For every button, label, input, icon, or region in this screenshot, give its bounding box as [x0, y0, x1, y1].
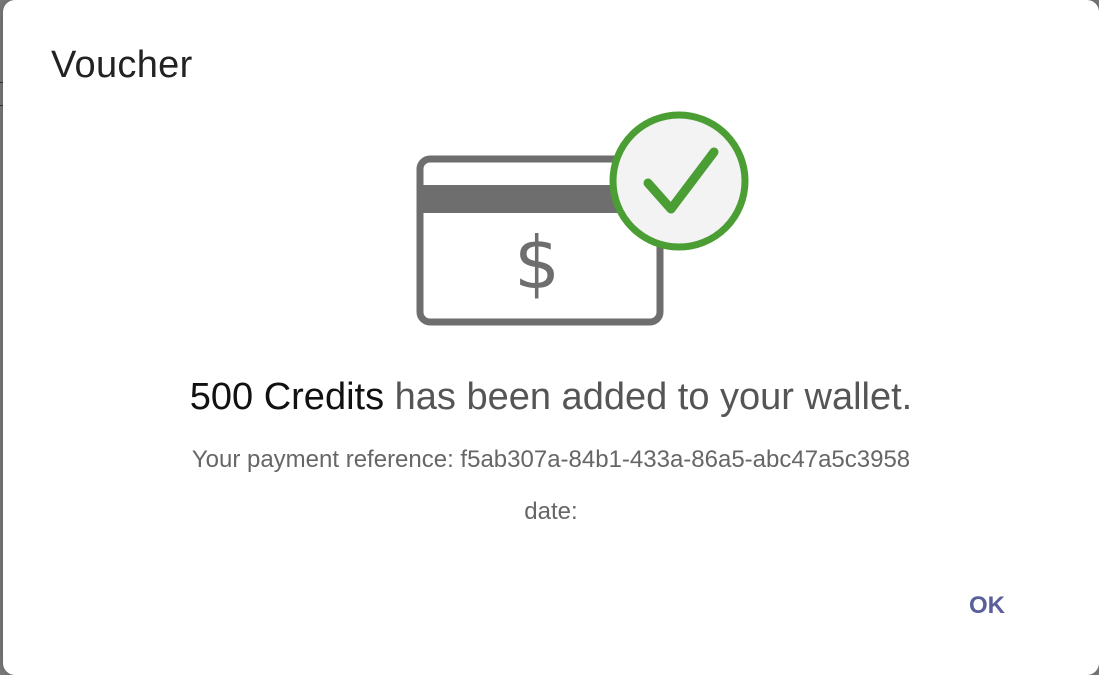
credits-amount: 500 Credits [189, 376, 385, 418]
success-message-text: has been added to your wallet. [394, 376, 913, 418]
payment-reference: Your payment reference: f5ab307a-84b1-43… [191, 446, 911, 473]
check-circle-icon [609, 111, 749, 251]
dialog-title: Voucher [51, 44, 193, 86]
payment-success-illustration: $ [416, 111, 749, 326]
svg-text:$: $ [514, 221, 560, 305]
success-message: 500 Credits has been added to your walle… [3, 376, 1099, 419]
voucher-dialog: Voucher $ 500 Credits has been added to … [3, 0, 1099, 675]
ok-button[interactable]: OK [947, 582, 1027, 630]
payment-date: date: [524, 498, 578, 525]
